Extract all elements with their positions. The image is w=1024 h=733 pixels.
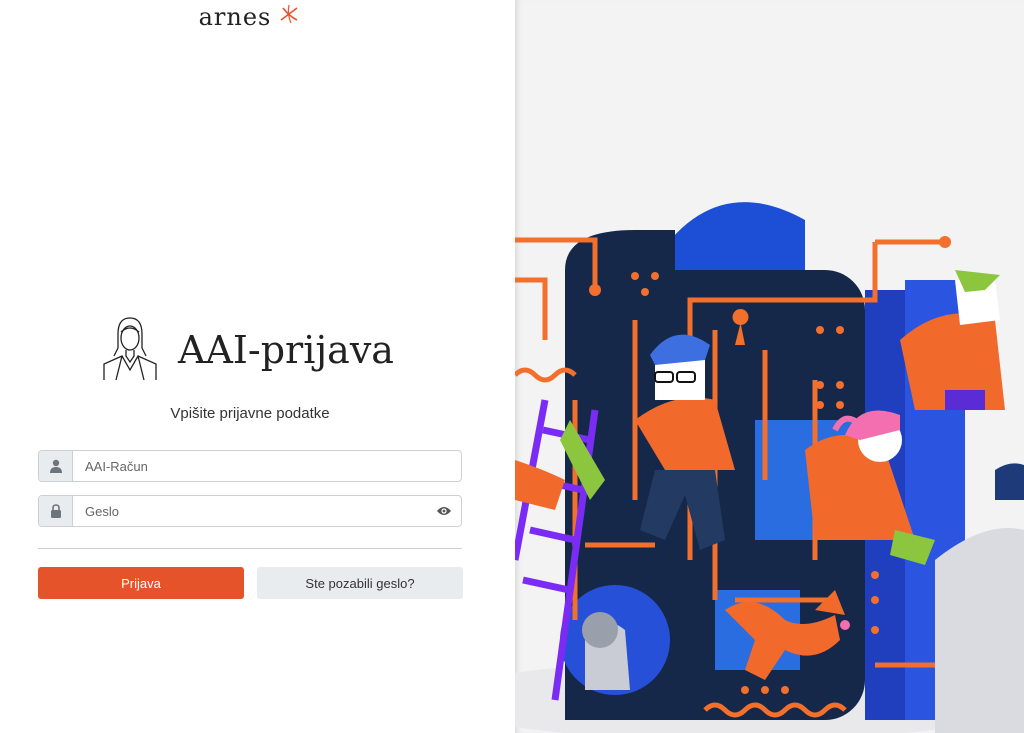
login-button[interactable]: Prijava xyxy=(38,567,244,599)
hero-illustration xyxy=(515,202,1024,733)
arnes-logo-icon xyxy=(277,2,301,32)
login-panel: arnes AAI-prijava Vpišite prijavne podat… xyxy=(0,0,515,733)
username-input[interactable] xyxy=(73,452,461,480)
page-subtitle: Vpišite prijavne podatke xyxy=(170,405,330,422)
username-field xyxy=(38,450,462,482)
form-divider xyxy=(38,548,462,549)
lock-icon xyxy=(39,496,73,526)
password-field xyxy=(38,495,462,527)
user-avatar-icon xyxy=(100,312,160,387)
eye-icon[interactable] xyxy=(427,505,461,517)
illustration-panel xyxy=(515,0,1024,733)
brand-header: arnes xyxy=(0,0,500,32)
brand-name: arnes xyxy=(198,3,272,31)
brand-row: arnes xyxy=(199,2,302,32)
user-icon xyxy=(39,451,73,481)
title-row: AAI-prijava xyxy=(100,312,394,387)
page-title: AAI-prijava xyxy=(178,327,394,372)
password-input[interactable] xyxy=(73,497,427,525)
forgot-password-button[interactable]: Ste pozabili geslo? xyxy=(257,567,463,599)
